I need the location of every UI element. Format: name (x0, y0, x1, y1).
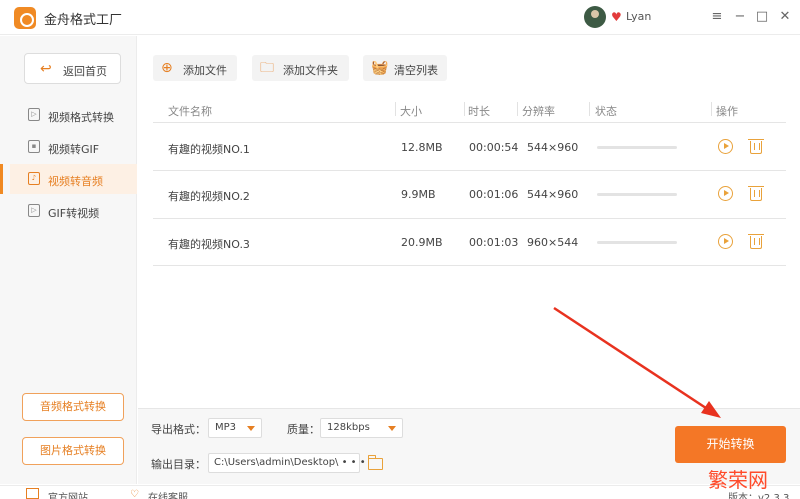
quality-label: 质量： (287, 423, 320, 436)
output-format-label: 导出格式： (151, 423, 206, 436)
output-dir-input[interactable]: C:\Users\admin\Desktop\ • • • (208, 453, 366, 473)
vip-heart-icon: ♥ (611, 10, 622, 24)
file-resolution: 544×960 (527, 188, 579, 201)
website-icon (26, 488, 39, 499)
file-size: 9.9MB (401, 188, 436, 201)
chevron-down-icon (388, 426, 396, 431)
menu-button[interactable]: ≡ (707, 6, 727, 28)
headset-icon: ♡ (130, 489, 139, 499)
basket-icon: 🧺 (371, 60, 389, 76)
video-file-icon: ▷ (28, 108, 40, 121)
file-resolution: 960×544 (527, 236, 579, 249)
file-duration: 00:01:03 (469, 236, 519, 249)
watermark: 繁荣网 (708, 468, 768, 492)
quality-value: 128kbps (327, 422, 370, 433)
status-bar: 官方网站 ♡ 在线客服 版本：v2.3.3 (0, 485, 800, 499)
sidebar-item-video-to-gif[interactable]: ▪ 视频转GIF (10, 132, 137, 162)
delete-icon[interactable] (748, 139, 764, 154)
progress-bar (597, 241, 677, 244)
column-separator (589, 102, 590, 116)
column-separator (517, 102, 518, 116)
column-header-name: 文件名称 (168, 105, 212, 118)
play-icon[interactable] (718, 139, 733, 154)
file-size: 20.9MB (401, 236, 443, 249)
sidebar: ↩ 返回首页 ▷ 视频格式转换 ▪ 视频转GIF ♪ 视频转音频 ▷ GIF转视… (0, 36, 137, 484)
folder-icon: 🗀 (260, 60, 274, 76)
minimize-button[interactable]: − (730, 6, 750, 28)
file-duration: 00:01:06 (469, 188, 519, 201)
file-duration: 00:00:54 (469, 141, 519, 154)
output-dir-label: 输出目录： (151, 458, 206, 471)
quality-select[interactable]: 128kbps (320, 418, 403, 438)
chevron-down-icon (247, 426, 255, 431)
sidebar-item-label: 视频转GIF (48, 143, 100, 156)
back-home-label: 返回首页 (63, 65, 107, 78)
file-resolution: 544×960 (527, 141, 579, 154)
sidebar-item-label: 视频转音频 (48, 175, 103, 188)
play-icon[interactable] (718, 186, 733, 201)
back-home-button[interactable]: ↩ 返回首页 (24, 53, 121, 84)
output-settings-panel: 导出格式： MP3 质量： 128kbps 输出目录： C:\Users\adm… (138, 408, 800, 484)
video-file-icon: ▷ (28, 204, 40, 217)
delete-icon[interactable] (748, 234, 764, 249)
file-name: 有趣的视频NO.1 (168, 143, 250, 156)
audio-file-icon: ♪ (28, 172, 40, 185)
table-header-divider (153, 122, 786, 123)
sidebar-item-label: GIF转视频 (48, 207, 100, 220)
column-header-duration: 时长 (468, 105, 490, 118)
image-format-convert-button[interactable]: 图片格式转换 (22, 437, 124, 465)
start-convert-button[interactable]: 开始转换 (675, 426, 786, 463)
column-header-actions: 操作 (716, 105, 738, 118)
column-header-size: 大小 (400, 105, 422, 118)
sidebar-item-label: 视频格式转换 (48, 111, 114, 124)
app-title: 金舟格式工厂 (44, 13, 123, 28)
row-divider (153, 265, 786, 266)
main-panel: ⊕ 添加文件 🗀 添加文件夹 🧺 清空列表 文件名称 大小 时长 分辨率 状态 … (138, 36, 800, 484)
column-separator (395, 102, 396, 116)
clear-list-label: 清空列表 (394, 64, 438, 77)
file-name: 有趣的视频NO.3 (168, 238, 250, 251)
output-dir-value: C:\Users\admin\Desktop\ • • • (214, 457, 366, 468)
add-file-label: 添加文件 (183, 64, 227, 77)
play-icon[interactable] (718, 234, 733, 249)
column-separator (464, 102, 465, 116)
delete-icon[interactable] (748, 186, 764, 201)
title-bar: 金舟格式工厂 ♥ Lyan ≡ − □ ✕ (0, 0, 800, 35)
user-avatar[interactable] (584, 6, 606, 28)
close-button[interactable]: ✕ (775, 6, 795, 28)
progress-bar (597, 193, 677, 196)
username[interactable]: Lyan (626, 10, 651, 23)
add-file-button[interactable]: ⊕ 添加文件 (153, 55, 237, 81)
file-size: 12.8MB (401, 141, 443, 154)
online-service-link[interactable]: 在线客服 (148, 489, 188, 499)
sidebar-item-video-format[interactable]: ▷ 视频格式转换 (10, 100, 137, 130)
image-file-icon: ▪ (28, 140, 40, 153)
app-logo-icon (14, 7, 36, 29)
row-divider (153, 218, 786, 219)
maximize-button[interactable]: □ (752, 6, 772, 28)
sidebar-item-video-to-audio[interactable]: ♪ 视频转音频 (0, 164, 137, 194)
output-format-select[interactable]: MP3 (208, 418, 262, 438)
browse-folder-icon[interactable] (368, 455, 383, 470)
column-header-resolution: 分辨率 (522, 105, 555, 118)
audio-format-convert-button[interactable]: 音频格式转换 (22, 393, 124, 421)
add-folder-button[interactable]: 🗀 添加文件夹 (252, 55, 349, 81)
column-header-status: 状态 (595, 105, 617, 118)
clear-list-button[interactable]: 🧺 清空列表 (363, 55, 447, 81)
add-folder-label: 添加文件夹 (283, 64, 338, 77)
return-arrow-icon: ↩ (40, 61, 52, 77)
output-format-value: MP3 (215, 422, 237, 433)
official-website-link[interactable]: 官方网站 (48, 489, 88, 499)
progress-bar (597, 146, 677, 149)
row-divider (153, 170, 786, 171)
column-separator (711, 102, 712, 116)
file-name: 有趣的视频NO.2 (168, 190, 250, 203)
add-circle-icon: ⊕ (161, 60, 173, 76)
sidebar-item-gif-to-video[interactable]: ▷ GIF转视频 (10, 196, 137, 226)
